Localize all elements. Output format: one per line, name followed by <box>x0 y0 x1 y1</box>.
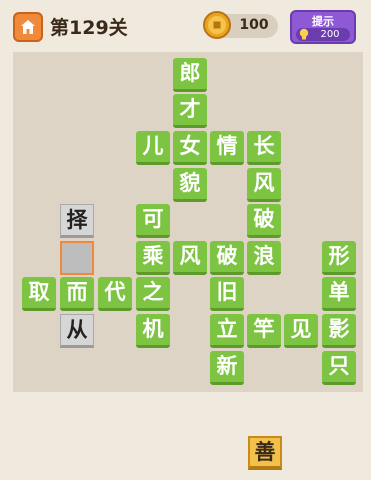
idiom-tile: 竿 <box>247 314 281 348</box>
idiom-tile: 取 <box>22 277 56 311</box>
idiom-tile: 代 <box>98 277 132 311</box>
coin-icon <box>203 11 231 39</box>
idiom-tile: 乘 <box>136 241 170 275</box>
idiom-tile: 旧 <box>210 277 244 311</box>
idiom-tile: 浪 <box>247 241 281 275</box>
idiom-tile: 貌 <box>173 168 207 202</box>
idiom-tile: 之 <box>136 277 170 311</box>
idiom-tile: 破 <box>247 204 281 238</box>
idiom-tile: 只 <box>322 351 356 385</box>
home-button[interactable] <box>13 12 43 42</box>
idiom-tile: 单 <box>322 277 356 311</box>
idiom-tile: 可 <box>136 204 170 238</box>
hint-tile[interactable]: 从 <box>60 314 94 348</box>
idiom-tile: 新 <box>210 351 244 385</box>
idiom-tile: 长 <box>247 131 281 165</box>
hint-cost-pill: 200 <box>296 28 350 41</box>
idiom-tile: 风 <box>173 241 207 275</box>
idiom-tile: 机 <box>136 314 170 348</box>
level-title: 第129关 <box>50 17 128 39</box>
hint-button[interactable]: 提示 200 <box>290 10 356 44</box>
idiom-tile: 儿 <box>136 131 170 165</box>
puzzle-board: 郎才儿女情长貌风择可破乘风破浪形取而代之旧单从机立竿见影新只 <box>13 52 363 392</box>
hint-tile[interactable]: 择 <box>60 204 94 238</box>
idiom-tile: 破 <box>210 241 244 275</box>
idiom-tile: 情 <box>210 131 244 165</box>
idiom-tile: 才 <box>173 94 207 128</box>
coin-count: 100 <box>239 17 269 33</box>
top-bar: 第129关 100 提示 200 <box>0 0 371 50</box>
idiom-tile: 郎 <box>173 58 207 92</box>
idiom-tile: 女 <box>173 131 207 165</box>
idiom-tile: 立 <box>210 314 244 348</box>
candidate-tile[interactable]: 善 <box>248 436 282 470</box>
home-icon <box>21 20 35 34</box>
idiom-tile: 而 <box>60 277 94 311</box>
idiom-tile: 影 <box>322 314 356 348</box>
lightbulb-icon <box>299 28 309 40</box>
idiom-tile: 风 <box>247 168 281 202</box>
hint-cost: 200 <box>320 29 340 40</box>
idiom-tile: 见 <box>284 314 318 348</box>
idiom-tile: 形 <box>322 241 356 275</box>
hint-label: 提示 <box>312 15 334 28</box>
coin-counter: 100 <box>203 11 278 39</box>
empty-answer-slot[interactable] <box>60 241 94 275</box>
